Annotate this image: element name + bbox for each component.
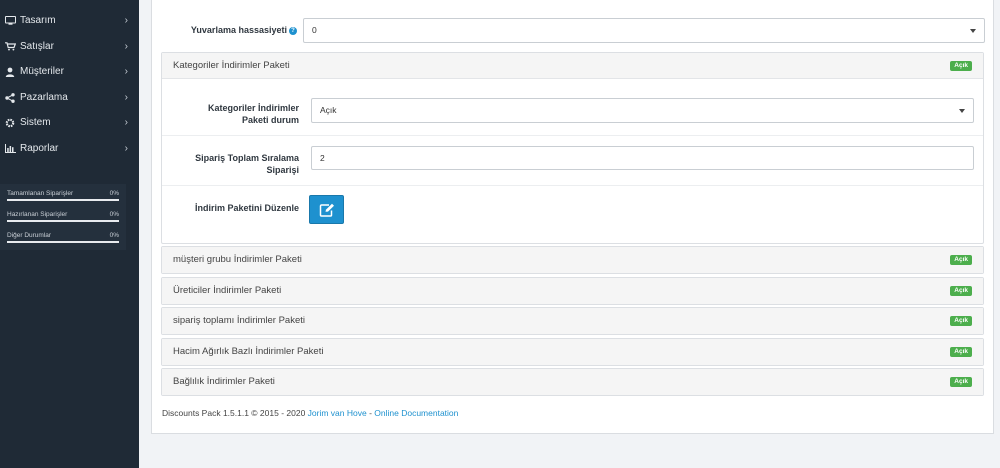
- package-status-label: Kategoriler İndirimler Paketi durum: [159, 102, 299, 126]
- status-select-value: Açık: [320, 105, 337, 115]
- chevron-down-icon: [970, 29, 976, 33]
- progress-value: 0%: [109, 231, 119, 239]
- rounding-select[interactable]: 0: [303, 18, 985, 43]
- progress-processing: Hazırlanan Siparişler 0%: [7, 208, 119, 229]
- sidebar: Tasarım › Satışlar › Müşteriler › Pazarl…: [0, 0, 139, 468]
- status-badge: Açık: [950, 255, 972, 265]
- package-header[interactable]: Üreticiler İndirimler Paketi Açık: [162, 278, 983, 304]
- sidebar-item-sistem[interactable]: Sistem ›: [0, 110, 139, 136]
- sidebar-item-label: Müşteriler: [20, 66, 64, 78]
- package-loyalty: Bağlılık İndirimler Paketi Açık: [161, 368, 984, 396]
- edit-icon: [319, 203, 334, 217]
- sidebar-item-tasarim[interactable]: Tasarım ›: [0, 8, 139, 34]
- label-line: Siparişi: [266, 165, 299, 175]
- order-progress: Tamamlanan Siparişler 0% Hazırlanan Sipa…: [0, 183, 126, 250]
- progress-value: 0%: [109, 210, 119, 218]
- label-line: Sipariş Toplam Sıralama: [195, 153, 299, 163]
- sidebar-item-musteriler[interactable]: Müşteriler ›: [0, 59, 139, 85]
- package-customer-group: müşteri grubu İndirimler Paketi Açık: [161, 246, 984, 274]
- package-title: Hacim Ağırlık Bazlı İndirimler Paketi: [173, 346, 324, 357]
- user-icon: [3, 67, 17, 77]
- package-header[interactable]: Kategoriler İndirimler Paketi Açık: [162, 53, 983, 79]
- package-title: müşteri grubu İndirimler Paketi: [173, 254, 302, 265]
- sidebar-item-label: Raporlar: [20, 142, 59, 154]
- footer-text: Discounts Pack 1.5.1.1 © 2015 - 2020: [162, 408, 308, 418]
- share-icon: [3, 92, 17, 103]
- package-title: sipariş toplamı İndirimler Paketi: [173, 315, 305, 326]
- edit-package-button[interactable]: [309, 195, 344, 224]
- package-title: Bağlılık İndirimler Paketi: [173, 376, 275, 387]
- sidebar-item-label: Pazarlama: [20, 91, 68, 103]
- gear-icon: [3, 118, 17, 128]
- status-badge: Açık: [950, 377, 972, 387]
- status-badge: Açık: [950, 347, 972, 357]
- edit-package-label: İndirim Paketini Düzenle: [194, 203, 299, 213]
- package-header[interactable]: sipariş toplamı İndirimler Paketi Açık: [162, 308, 983, 334]
- progress-bar: [7, 198, 119, 201]
- sort-order-row: Sipariş Toplam Sıralama Siparişi 2: [162, 136, 983, 186]
- chevron-right-icon: ›: [124, 142, 128, 154]
- author-link[interactable]: Jorim van Hove: [308, 408, 367, 418]
- sort-order-input[interactable]: 2: [311, 146, 974, 170]
- rounding-select-value: 0: [312, 25, 317, 35]
- chevron-right-icon: ›: [124, 66, 128, 78]
- rounding-row: Yuvarlama hassasiyeti? 0: [152, 15, 993, 45]
- sidebar-item-pazarlama[interactable]: Pazarlama ›: [0, 85, 139, 111]
- documentation-link[interactable]: Online Documentation: [374, 408, 458, 418]
- monitor-icon: [3, 16, 17, 25]
- package-header[interactable]: Hacim Ağırlık Bazlı İndirimler Paketi Aç…: [162, 339, 983, 365]
- label-line: Kategoriler İndirimler: [207, 103, 299, 113]
- chevron-right-icon: ›: [124, 91, 128, 103]
- sidebar-item-satislar[interactable]: Satışlar ›: [0, 34, 139, 60]
- rounding-label-text: Yuvarlama hassasiyeti: [190, 25, 287, 35]
- label-line: Paketi durum: [241, 115, 299, 125]
- sidebar-menu: Tasarım › Satışlar › Müşteriler › Pazarl…: [0, 8, 139, 162]
- chevron-right-icon: ›: [124, 15, 128, 26]
- footer: Discounts Pack 1.5.1.1 © 2015 - 2020 Jor…: [162, 408, 458, 418]
- progress-value: 0%: [109, 189, 119, 197]
- edit-package-row: İndirim Paketini Düzenle: [162, 186, 983, 243]
- cart-icon: [3, 42, 17, 51]
- progress-completed: Tamamlanan Siparişler 0%: [7, 187, 119, 208]
- package-order-total: sipariş toplamı İndirimler Paketi Açık: [161, 307, 984, 335]
- progress-other: Diğer Durumlar 0%: [7, 229, 119, 250]
- bar-chart-icon: [3, 144, 17, 154]
- rounding-label: Yuvarlama hassasiyeti?: [157, 24, 297, 36]
- progress-label: Tamamlanan Siparişler: [7, 189, 74, 197]
- progress-label: Diğer Durumlar: [7, 231, 52, 239]
- sidebar-item-label: Satışlar: [20, 40, 54, 52]
- package-status-row: Kategoriler İndirimler Paketi durum Açık: [162, 79, 983, 136]
- chevron-right-icon: ›: [124, 40, 128, 52]
- settings-panel: Yuvarlama hassasiyeti? 0 Kategoriler İnd…: [151, 0, 994, 434]
- chevron-right-icon: ›: [124, 117, 128, 129]
- sidebar-item-label: Sistem: [20, 117, 51, 129]
- help-icon[interactable]: ?: [289, 26, 297, 35]
- progress-label: Hazırlanan Siparişler: [7, 210, 68, 218]
- package-title: Üreticiler İndirimler Paketi: [173, 285, 282, 296]
- sort-order-label: Sipariş Toplam Sıralama Siparişi: [159, 152, 299, 176]
- package-header[interactable]: müşteri grubu İndirimler Paketi Açık: [162, 247, 983, 273]
- status-badge: Açık: [950, 316, 972, 326]
- progress-bar: [7, 219, 119, 222]
- progress-bar: [7, 240, 119, 243]
- package-volume-weight: Hacim Ağırlık Bazlı İndirimler Paketi Aç…: [161, 338, 984, 366]
- sidebar-item-raporlar[interactable]: Raporlar ›: [0, 136, 139, 162]
- package-header[interactable]: Bağlılık İndirimler Paketi Açık: [162, 369, 983, 395]
- package-status-select[interactable]: Açık: [311, 98, 974, 123]
- sort-order-value: 2: [320, 153, 325, 163]
- category-discounts-package: Kategoriler İndirimler Paketi Açık Kateg…: [161, 52, 984, 244]
- status-badge: Açık: [950, 286, 972, 296]
- sidebar-item-label: Tasarım: [20, 15, 56, 26]
- status-badge: Açık: [950, 61, 972, 71]
- chevron-down-icon: [959, 109, 965, 113]
- package-title: Kategoriler İndirimler Paketi: [173, 60, 290, 71]
- package-manufacturers: Üreticiler İndirimler Paketi Açık: [161, 277, 984, 305]
